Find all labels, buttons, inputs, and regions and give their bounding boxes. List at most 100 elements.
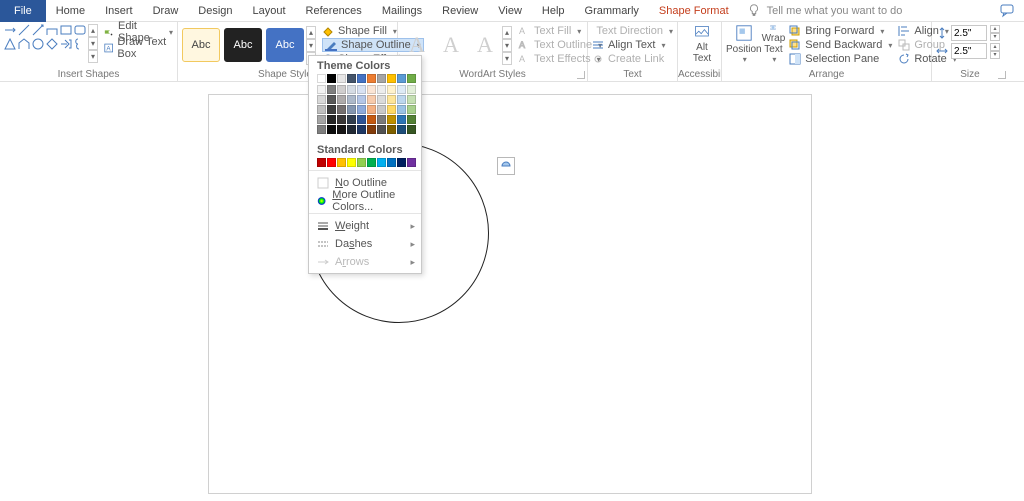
- color-swatch[interactable]: [337, 95, 346, 104]
- color-swatch[interactable]: [317, 95, 326, 104]
- color-swatch[interactable]: [387, 74, 396, 83]
- selection-pane-button[interactable]: Selection Pane: [789, 52, 892, 66]
- width-spinner[interactable]: ▴▾: [990, 43, 1000, 59]
- shape-gallery[interactable]: [4, 24, 86, 63]
- color-swatch[interactable]: [367, 74, 376, 83]
- color-swatch[interactable]: [377, 115, 386, 124]
- color-swatch[interactable]: [357, 95, 366, 104]
- color-swatch[interactable]: [337, 105, 346, 114]
- create-link-button[interactable]: Create Link: [592, 52, 673, 66]
- tab-references[interactable]: References: [296, 0, 372, 22]
- align-text-button[interactable]: Align Text▾: [592, 38, 673, 52]
- color-swatch[interactable]: [407, 125, 416, 134]
- style-thumb-3[interactable]: Abc: [266, 28, 304, 62]
- wrap-text-button[interactable]: Wrap Text▾: [762, 24, 786, 64]
- color-swatch[interactable]: [367, 115, 376, 124]
- color-swatch[interactable]: [397, 95, 406, 104]
- tab-grammarly[interactable]: Grammarly: [575, 0, 649, 22]
- color-swatch[interactable]: [347, 105, 356, 114]
- color-swatch[interactable]: [367, 95, 376, 104]
- color-swatch[interactable]: [347, 158, 356, 167]
- color-swatch[interactable]: [327, 115, 336, 124]
- weight-item[interactable]: Weight ▸: [309, 217, 421, 235]
- tab-design[interactable]: Design: [188, 0, 242, 22]
- color-swatch[interactable]: [347, 125, 356, 134]
- tab-home[interactable]: Home: [46, 0, 95, 22]
- color-swatch[interactable]: [337, 158, 346, 167]
- color-swatch[interactable]: [327, 85, 336, 94]
- tab-insert[interactable]: Insert: [95, 0, 143, 22]
- color-swatch[interactable]: [397, 85, 406, 94]
- color-swatch[interactable]: [327, 125, 336, 134]
- tab-help[interactable]: Help: [532, 0, 575, 22]
- color-swatch[interactable]: [377, 95, 386, 104]
- color-swatch[interactable]: [317, 85, 326, 94]
- color-swatch[interactable]: [347, 115, 356, 124]
- color-swatch[interactable]: [327, 105, 336, 114]
- shape-height-input[interactable]: [951, 25, 987, 41]
- color-swatch[interactable]: [377, 125, 386, 134]
- alt-text-button[interactable]: Alt Text: [682, 24, 722, 64]
- color-swatch[interactable]: [397, 105, 406, 114]
- color-swatch[interactable]: [317, 125, 326, 134]
- color-swatch[interactable]: [327, 74, 336, 83]
- color-swatch[interactable]: [337, 74, 346, 83]
- color-swatch[interactable]: [407, 115, 416, 124]
- size-launcher[interactable]: [998, 71, 1006, 79]
- color-swatch[interactable]: [357, 74, 366, 83]
- height-spinner[interactable]: ▴▾: [990, 25, 1000, 41]
- color-swatch[interactable]: [337, 125, 346, 134]
- layout-options-button[interactable]: [497, 157, 515, 175]
- color-swatch[interactable]: [387, 125, 396, 134]
- color-swatch[interactable]: [387, 105, 396, 114]
- dashes-item[interactable]: Dashes ▸: [309, 235, 421, 253]
- wordart-thumb[interactable]: A: [470, 30, 500, 60]
- color-swatch[interactable]: [357, 85, 366, 94]
- color-swatch[interactable]: [387, 115, 396, 124]
- color-swatch[interactable]: [367, 158, 376, 167]
- color-swatch[interactable]: [407, 158, 416, 167]
- color-swatch[interactable]: [317, 105, 326, 114]
- tab-shape-format[interactable]: Shape Format: [649, 0, 739, 22]
- color-swatch[interactable]: [377, 85, 386, 94]
- tab-view[interactable]: View: [488, 0, 532, 22]
- tab-draw[interactable]: Draw: [143, 0, 189, 22]
- tab-layout[interactable]: Layout: [243, 0, 296, 22]
- position-button[interactable]: Position▾: [726, 24, 762, 64]
- tell-me-search[interactable]: Tell me what you want to do: [747, 4, 903, 18]
- send-backward-button[interactable]: Send Backward▾: [789, 38, 892, 52]
- color-swatch[interactable]: [347, 85, 356, 94]
- color-swatch[interactable]: [367, 125, 376, 134]
- color-swatch[interactable]: [407, 105, 416, 114]
- color-swatch[interactable]: [397, 74, 406, 83]
- wordart-thumb[interactable]: A: [436, 30, 466, 60]
- more-colors-item[interactable]: More Outline Colors...: [309, 192, 421, 210]
- color-swatch[interactable]: [387, 85, 396, 94]
- color-swatch[interactable]: [357, 158, 366, 167]
- color-swatch[interactable]: [407, 95, 416, 104]
- color-swatch[interactable]: [347, 74, 356, 83]
- color-swatch[interactable]: [397, 125, 406, 134]
- shape-width-input[interactable]: [951, 43, 987, 59]
- tab-review[interactable]: Review: [432, 0, 488, 22]
- draw-text-box-button[interactable]: A Draw Text Box: [104, 40, 173, 56]
- color-swatch[interactable]: [377, 158, 386, 167]
- comments-icon[interactable]: [1000, 3, 1016, 19]
- bring-forward-button[interactable]: Bring Forward▾: [789, 24, 892, 38]
- color-swatch[interactable]: [337, 85, 346, 94]
- shape-gallery-scroll[interactable]: ▴▾▾: [88, 24, 98, 63]
- color-swatch[interactable]: [377, 74, 386, 83]
- tab-mailings[interactable]: Mailings: [372, 0, 432, 22]
- tab-file[interactable]: File: [0, 0, 46, 22]
- color-swatch[interactable]: [357, 115, 366, 124]
- wordart-gallery-scroll[interactable]: ▴▾▾: [502, 26, 512, 65]
- color-swatch[interactable]: [367, 105, 376, 114]
- color-swatch[interactable]: [317, 74, 326, 83]
- color-swatch[interactable]: [407, 74, 416, 83]
- color-swatch[interactable]: [407, 85, 416, 94]
- color-swatch[interactable]: [317, 158, 326, 167]
- color-swatch[interactable]: [357, 125, 366, 134]
- text-direction-button[interactable]: A Text Direction▾: [592, 24, 673, 38]
- color-swatch[interactable]: [337, 115, 346, 124]
- shape-style-gallery[interactable]: Abc Abc Abc: [182, 28, 304, 62]
